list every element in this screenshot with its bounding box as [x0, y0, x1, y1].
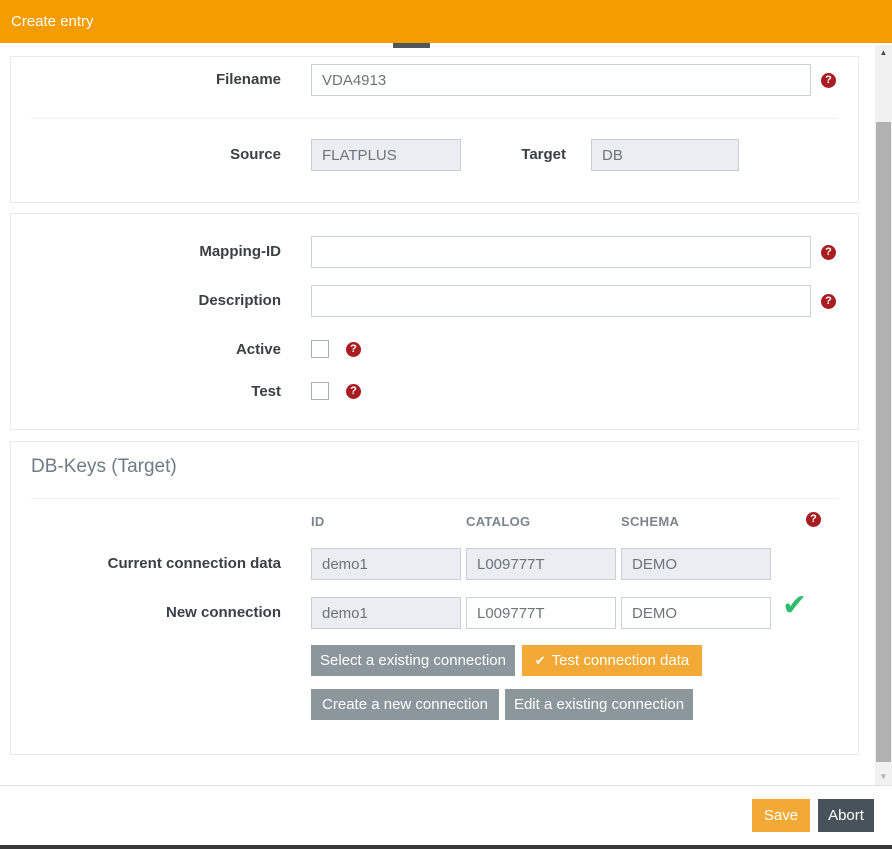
- filename-label: Filename: [11, 64, 281, 96]
- dialog-title: Create entry: [11, 13, 94, 30]
- footer-divider: [0, 785, 892, 786]
- panel-divider: [31, 498, 838, 499]
- window-bottom-edge: [0, 845, 892, 849]
- scroll-up-arrow-icon[interactable]: ▲: [875, 45, 892, 61]
- connection-valid-check-icon: ✔: [782, 588, 807, 623]
- scroll-down-arrow-icon[interactable]: ▼: [875, 769, 892, 785]
- column-header-catalog: CATALOG: [466, 514, 530, 529]
- test-connection-data-button[interactable]: ✔ Test connection data: [522, 645, 702, 676]
- new-connection-label: New connection: [11, 597, 281, 629]
- mapping-panel: Mapping-ID ? Description ? Active ? Test…: [10, 213, 859, 430]
- mapping-id-help-icon[interactable]: ?: [821, 245, 836, 260]
- active-checkbox[interactable]: [311, 340, 329, 358]
- scrollbar-thumb[interactable]: [876, 122, 891, 762]
- active-help-icon[interactable]: ?: [346, 342, 361, 357]
- source-label: Source: [11, 139, 281, 171]
- column-header-id: ID: [311, 514, 325, 529]
- create-new-connection-button[interactable]: Create a new connection: [311, 689, 499, 720]
- create-entry-dialog: Create entry Filename ? Source Target Ma…: [0, 0, 892, 849]
- save-button[interactable]: Save: [752, 799, 810, 832]
- dialog-header: Create entry: [0, 0, 892, 43]
- panel-divider: [31, 118, 838, 119]
- test-checkbox[interactable]: [311, 382, 329, 400]
- current-connection-label: Current connection data: [11, 548, 281, 580]
- description-help-icon[interactable]: ?: [821, 294, 836, 309]
- test-label: Test: [11, 383, 281, 401]
- test-help-icon[interactable]: ?: [346, 384, 361, 399]
- description-label: Description: [11, 285, 281, 317]
- abort-button[interactable]: Abort: [818, 799, 874, 832]
- new-id-input: [311, 597, 461, 629]
- db-keys-help-icon[interactable]: ?: [806, 512, 821, 527]
- db-keys-panel: DB-Keys (Target) ID CATALOG SCHEMA ? Cur…: [10, 441, 859, 755]
- source-input: [311, 139, 461, 171]
- db-keys-title: DB-Keys (Target): [31, 456, 177, 478]
- current-catalog-input: [466, 548, 616, 580]
- filename-input[interactable]: [311, 64, 811, 96]
- check-icon: ✔: [535, 653, 546, 668]
- current-id-input: [311, 548, 461, 580]
- filename-help-icon[interactable]: ?: [821, 73, 836, 88]
- target-input: [591, 139, 739, 171]
- description-input[interactable]: [311, 285, 811, 317]
- current-schema-input: [621, 548, 771, 580]
- mapping-id-input[interactable]: [311, 236, 811, 268]
- column-header-schema: SCHEMA: [621, 514, 679, 529]
- file-info-panel: Filename ? Source Target: [10, 56, 859, 203]
- select-existing-connection-button[interactable]: Select a existing connection: [311, 645, 515, 676]
- target-label: Target: [451, 139, 566, 171]
- vertical-scrollbar[interactable]: ▲ ▼: [875, 45, 892, 785]
- new-catalog-input[interactable]: [466, 597, 616, 629]
- edit-existing-connection-button[interactable]: Edit a existing connection: [505, 689, 693, 720]
- new-schema-input[interactable]: [621, 597, 771, 629]
- mapping-id-label: Mapping-ID: [11, 236, 281, 268]
- test-connection-label: Test connection data: [552, 652, 690, 669]
- active-label: Active: [11, 341, 281, 359]
- active-tab-indicator: [393, 43, 430, 48]
